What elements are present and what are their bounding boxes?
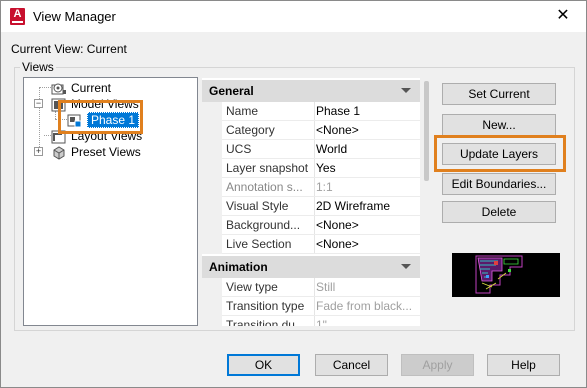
expand-preset-views-toggle[interactable]: + — [34, 147, 43, 156]
property-row[interactable]: Live Section <None> — [202, 235, 420, 254]
property-value: 1:1 — [314, 178, 420, 197]
property-name: Visual Style — [226, 199, 289, 213]
property-row: Transition du... 1" — [202, 316, 420, 326]
app-icon-letter: A — [13, 8, 22, 20]
chevron-down-icon — [401, 88, 411, 93]
update-layers-highlight — [434, 135, 566, 172]
view-manager-dialog: A View Manager ✕ Current View: Current V… — [0, 0, 587, 388]
help-button[interactable]: Help — [487, 354, 560, 376]
property-value: Fade from black... — [314, 297, 420, 316]
property-name: Name — [226, 104, 259, 118]
cancel-button[interactable]: Cancel — [315, 354, 388, 376]
property-row[interactable]: Layer snapshot Yes — [202, 159, 420, 178]
preset-views-icon — [51, 146, 67, 160]
property-name: View type — [226, 280, 278, 294]
close-icon[interactable]: ✕ — [552, 5, 574, 27]
views-group-label: Views — [20, 60, 56, 74]
property-row[interactable]: Category <None> — [202, 121, 420, 140]
animation-category-title: Animation — [209, 260, 268, 274]
property-value: Still — [314, 278, 420, 297]
property-value[interactable]: Phase 1 — [314, 102, 420, 121]
property-row[interactable]: Visual Style 2D Wireframe — [202, 197, 420, 216]
set-current-button[interactable]: Set Current — [442, 83, 556, 105]
property-value[interactable]: World — [314, 140, 420, 159]
chevron-down-icon — [401, 264, 411, 269]
property-name: Transition du... — [226, 318, 305, 326]
general-category-title: General — [209, 84, 254, 98]
property-value[interactable]: <None> — [314, 216, 420, 235]
properties-panel: General Name Phase 1 Category <None> UCS… — [202, 78, 420, 326]
edit-boundaries-button[interactable]: Edit Boundaries... — [442, 173, 556, 195]
ok-button[interactable]: OK — [227, 354, 300, 376]
tree-item-label: Current — [71, 81, 112, 95]
property-row: Annotation s... 1:1 — [202, 178, 420, 197]
tree-item-current[interactable]: Current — [51, 80, 111, 96]
property-value[interactable]: 2D Wireframe — [314, 197, 420, 216]
properties-scrollbar[interactable] — [422, 78, 431, 326]
tree-item-preset-views[interactable]: Preset Views — [51, 144, 141, 160]
animation-category-header[interactable]: Animation — [202, 256, 420, 278]
property-row: Transition type Fade from black... — [202, 297, 420, 316]
delete-button[interactable]: Delete — [442, 201, 556, 223]
tree-item-label: Preset Views — [71, 145, 141, 159]
camera-icon — [51, 82, 67, 96]
property-name: Transition type — [226, 299, 305, 313]
new-button[interactable]: New... — [442, 114, 556, 136]
property-value: 1" — [314, 316, 420, 326]
property-row[interactable]: Name Phase 1 — [202, 102, 420, 121]
property-name: UCS — [226, 142, 252, 156]
apply-button: Apply — [401, 354, 474, 376]
autocad-app-icon: A — [10, 8, 25, 25]
property-value[interactable]: <None> — [314, 235, 420, 254]
property-name: Annotation s... — [226, 180, 303, 194]
general-category-header[interactable]: General — [202, 80, 420, 102]
view-preview-thumbnail — [452, 253, 560, 297]
property-row: View type Still — [202, 278, 420, 297]
phase-1-highlight — [58, 100, 143, 134]
current-view-label: Current View: Current — [11, 42, 127, 56]
title-bar: A View Manager ✕ — [1, 1, 586, 32]
window-title: View Manager — [33, 9, 116, 24]
drawing-preview-graphic — [452, 253, 560, 297]
collapse-model-views-toggle[interactable]: − — [34, 99, 43, 108]
property-name: Layer snapshot — [226, 161, 309, 175]
property-name: Background... — [226, 218, 301, 232]
property-name: Category — [226, 123, 275, 137]
property-row[interactable]: UCS World — [202, 140, 420, 159]
property-value[interactable]: <None> — [314, 121, 420, 140]
property-name: Live Section — [226, 237, 292, 251]
property-value[interactable]: Yes — [314, 159, 420, 178]
property-row[interactable]: Background... <None> — [202, 216, 420, 235]
scrollbar-thumb[interactable] — [424, 81, 429, 181]
